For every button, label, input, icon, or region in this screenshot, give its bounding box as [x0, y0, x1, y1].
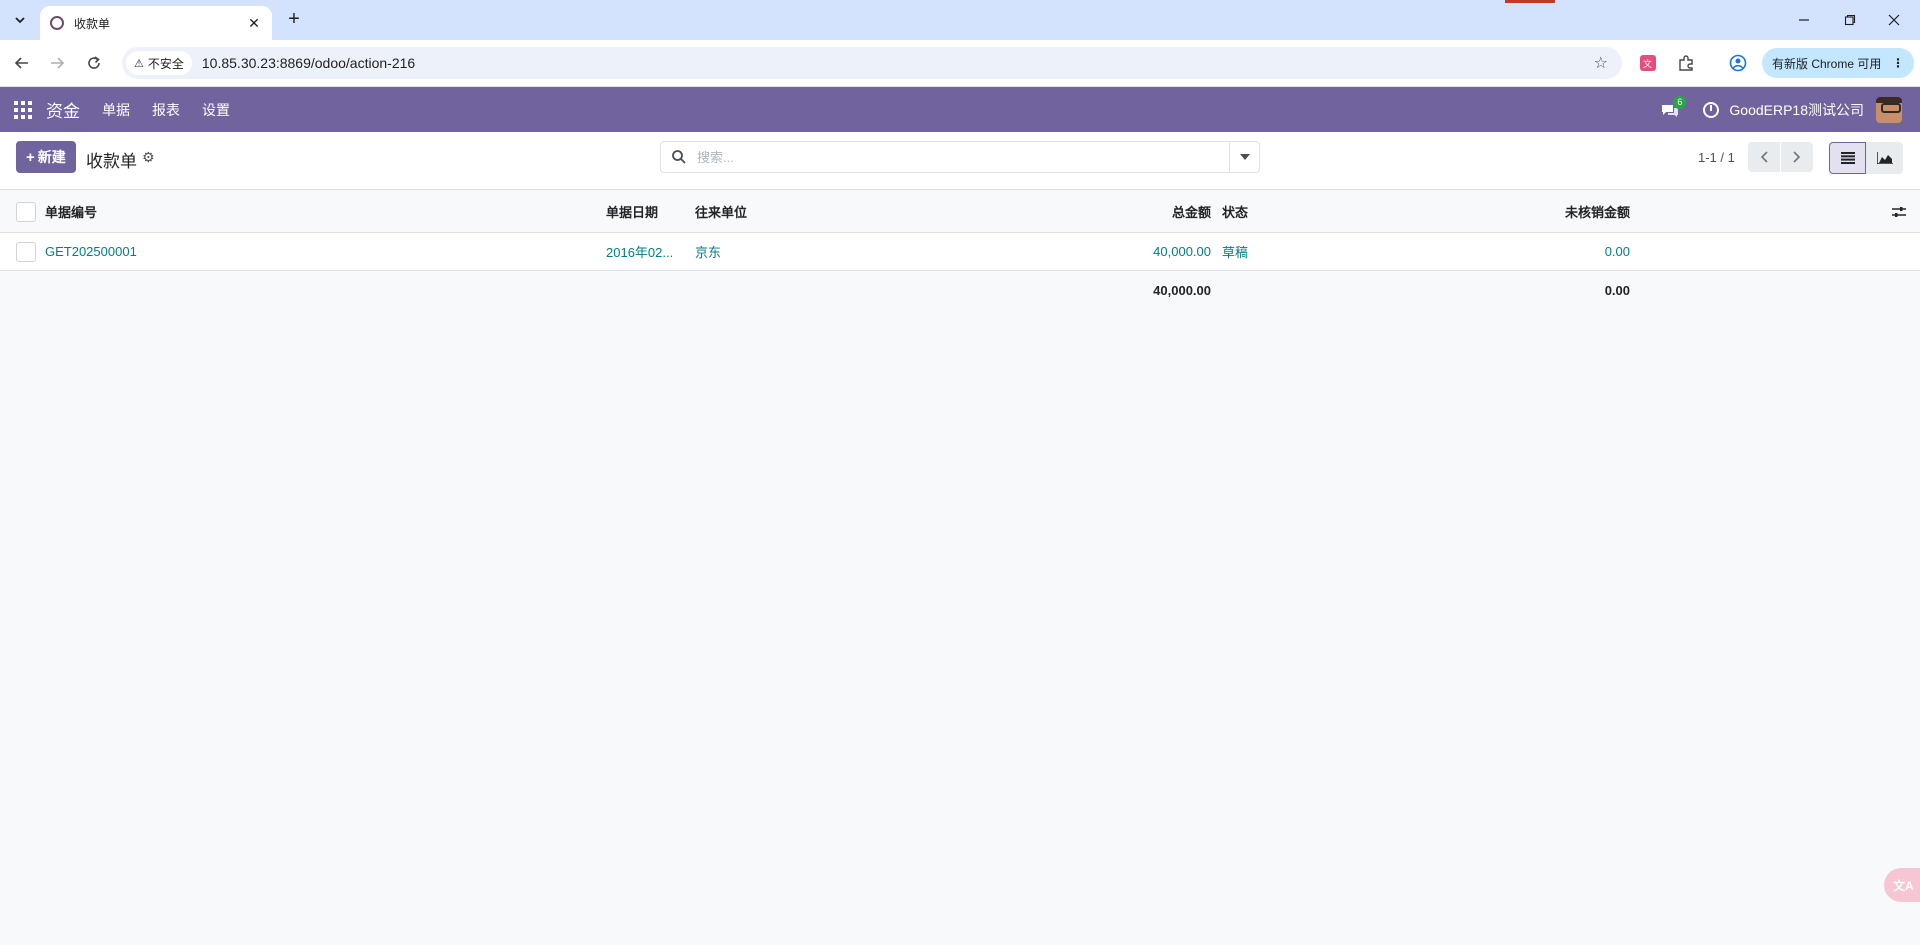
optional-columns-icon[interactable] [1892, 205, 1906, 219]
back-button[interactable] [10, 51, 34, 75]
extensions-button[interactable] [1674, 51, 1698, 75]
pager-next-button[interactable] [1781, 142, 1813, 172]
column-header-partner[interactable]: 往来单位 [695, 191, 747, 232]
pager-previous-button[interactable] [1748, 142, 1780, 172]
cell-date[interactable]: 2016年02... [606, 233, 673, 270]
url-text[interactable]: 10.85.30.23:8869/odoo/action-216 [202, 55, 415, 71]
search-icon [672, 150, 686, 164]
browser-tab[interactable]: 收款单 ✕ [40, 6, 272, 40]
navbar-systray: 6 GoodERP18测试公司 [1661, 87, 1920, 132]
new-tab-button[interactable]: + [282, 8, 306, 32]
browser-tab-strip: 收款单 ✕ + [0, 0, 1920, 40]
close-icon [1888, 14, 1900, 26]
app-name[interactable]: 资金 [46, 97, 80, 122]
list-header: 单据编号 单据日期 往来单位 总金额 状态 未核销金额 [0, 191, 1920, 233]
column-header-number[interactable]: 单据编号 [45, 191, 97, 232]
cell-unreconciled[interactable]: 0.00 [1430, 233, 1630, 270]
select-all-checkbox[interactable] [16, 201, 36, 222]
column-header-unreconciled[interactable]: 未核销金额 [1430, 191, 1630, 232]
reload-icon [88, 56, 100, 69]
table-row[interactable]: GET202500001 2016年02... 京东 40,000.00 草稿 … [0, 233, 1920, 271]
list-footer-totals: 40,000.00 0.00 [0, 271, 1920, 309]
floating-translate-button[interactable]: 文A [1884, 868, 1920, 902]
graph-view-button[interactable] [1866, 142, 1903, 174]
profile-button[interactable] [1726, 51, 1750, 75]
chevron-right-icon [1793, 151, 1801, 163]
puzzle-icon [1679, 55, 1693, 71]
messaging-button[interactable]: 6 [1661, 95, 1687, 121]
tab-title: 收款单 [74, 16, 111, 31]
cell-state[interactable]: 草稿 [1222, 233, 1248, 270]
search-bar [660, 141, 1260, 173]
menu-item-documents[interactable]: 单据 [102, 100, 130, 120]
gear-icon[interactable]: ⚙ [142, 149, 155, 166]
total-amount: 40,000.00 [1153, 282, 1211, 298]
forward-button[interactable] [45, 51, 69, 75]
tab-close-icon[interactable]: ✕ [246, 15, 262, 32]
chevron-down-icon [15, 17, 25, 24]
list-icon [1840, 152, 1855, 164]
menu-item-reports[interactable]: 报表 [152, 100, 180, 120]
user-avatar[interactable] [1876, 96, 1902, 123]
tab-search-button[interactable] [8, 8, 32, 32]
translate-extension-icon: 文 [1640, 55, 1656, 71]
cell-amount[interactable]: 40,000.00 [1000, 233, 1211, 270]
restore-icon [1844, 14, 1856, 26]
security-label: 不安全 [147, 56, 184, 71]
message-count-badge: 6 [1673, 95, 1687, 109]
minimize-icon [1799, 19, 1809, 21]
new-button[interactable]: + 新建 [16, 141, 76, 173]
reload-button[interactable] [82, 51, 106, 75]
cell-number[interactable]: GET202500001 [45, 233, 137, 270]
caret-down-icon [1239, 154, 1250, 160]
profile-icon [1729, 54, 1747, 72]
close-window-button[interactable] [1872, 6, 1916, 34]
translate-icon: 文A [1893, 878, 1914, 893]
control-panel: + 新建 收款单 ⚙ 1-1 / 1 [0, 132, 1920, 190]
chevron-left-icon [1760, 151, 1768, 163]
extension-translate-button[interactable]: 文 [1636, 51, 1660, 75]
select-all-cell [0, 191, 40, 232]
row-checkbox[interactable] [16, 241, 36, 262]
column-header-amount[interactable]: 总金额 [1000, 191, 1211, 232]
warning-triangle-icon: ⚠ [134, 57, 144, 70]
company-switcher[interactable]: GoodERP18测试公司 [1729, 100, 1864, 120]
arrow-left-icon [14, 57, 28, 69]
area-chart-icon [1876, 152, 1893, 164]
column-header-state[interactable]: 状态 [1222, 191, 1248, 232]
odoo-favicon-icon [50, 16, 64, 30]
total-unreconciled: 0.00 [1604, 282, 1630, 298]
row-select-cell [0, 233, 40, 270]
page-title: 收款单 [86, 152, 137, 171]
address-bar[interactable]: ⚠ 不安全 10.85.30.23:8869/odoo/action-216 ☆ [122, 47, 1622, 79]
menu-item-settings[interactable]: 设置 [202, 100, 230, 120]
bookmark-star-icon[interactable]: ☆ [1594, 53, 1608, 73]
site-security-chip[interactable]: ⚠ 不安全 [126, 51, 192, 75]
window-accent-mark [1505, 0, 1555, 3]
column-header-date[interactable]: 单据日期 [606, 191, 658, 232]
pager-value[interactable]: 1-1 / 1 [1698, 150, 1735, 165]
list-view-button[interactable] [1829, 142, 1866, 174]
search-input[interactable] [697, 149, 1217, 165]
minimize-button[interactable] [1782, 6, 1826, 34]
restore-button[interactable] [1828, 6, 1872, 34]
chrome-update-button[interactable]: 有新版 Chrome 可用 ⋮ [1762, 48, 1914, 78]
odoo-navbar: 资金 单据 报表 设置 6 GoodERP18测试公司 [0, 87, 1920, 132]
app-grid-icon[interactable] [14, 100, 32, 119]
update-label: 有新版 Chrome 可用 [1772, 56, 1882, 71]
svg-text:文: 文 [1643, 58, 1652, 70]
more-menu-icon[interactable]: ⋮ [1892, 56, 1904, 70]
browser-toolbar: ⚠ 不安全 10.85.30.23:8869/odoo/action-216 ☆… [0, 40, 1920, 87]
search-options-toggle[interactable] [1229, 142, 1259, 172]
new-button-label: 新建 [37, 149, 66, 165]
plus-icon: + [26, 148, 35, 166]
cell-partner[interactable]: 京东 [695, 233, 721, 270]
arrow-right-icon [51, 57, 65, 69]
activity-clock-icon[interactable] [1703, 101, 1720, 118]
